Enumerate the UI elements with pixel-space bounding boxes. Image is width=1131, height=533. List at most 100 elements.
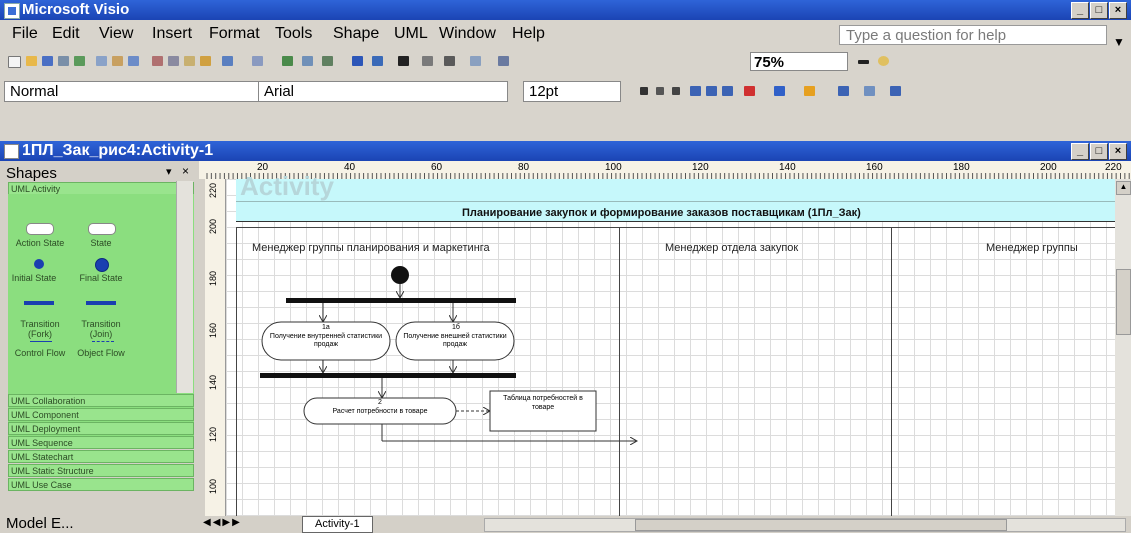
horizontal-ruler: 20 40 60 80 100 120 140 160 180 200 220 xyxy=(199,161,1131,180)
join-icon[interactable] xyxy=(86,301,116,305)
sheet-tab-activity-1[interactable]: Activity-1 xyxy=(302,516,373,533)
align-center-icon[interactable] xyxy=(706,86,717,96)
line-ends-icon[interactable] xyxy=(890,86,901,96)
print-icon[interactable] xyxy=(58,56,69,66)
doc-minimize-button[interactable]: _ xyxy=(1071,143,1089,160)
line-pattern-icon[interactable] xyxy=(864,86,875,96)
stencil-uml-statechart[interactable]: UML Statechart xyxy=(8,450,194,463)
copy-icon[interactable] xyxy=(168,56,179,66)
shape-label-join: Transition (Join) xyxy=(81,319,121,339)
hyperlink-icon[interactable] xyxy=(282,56,293,66)
menu-view[interactable]: View xyxy=(99,20,133,48)
style-select[interactable]: Normal▼ xyxy=(4,81,277,102)
stencil-scrollbar[interactable] xyxy=(176,181,193,393)
scroll-thumb[interactable] xyxy=(1116,269,1131,335)
menu-edit[interactable]: Edit xyxy=(52,20,80,48)
text-tool-icon[interactable] xyxy=(398,56,409,66)
stencil-uml-collaboration[interactable]: UML Collaboration xyxy=(8,394,194,407)
menu-help[interactable]: Help xyxy=(512,20,545,48)
menu-tools[interactable]: Tools xyxy=(275,20,312,48)
fork-bar[interactable] xyxy=(286,298,516,303)
fork-icon[interactable] xyxy=(24,301,54,305)
model-explorer-bar[interactable]: Model E... xyxy=(0,515,199,533)
activity-1a-number: 1а xyxy=(322,324,330,331)
vertical-scrollbar[interactable]: ▲ xyxy=(1115,179,1131,520)
fill-color-icon[interactable] xyxy=(804,86,815,96)
line-weight-icon[interactable] xyxy=(838,86,849,96)
maximize-button[interactable]: □ xyxy=(1090,2,1108,19)
panel-close-icon[interactable]: × xyxy=(182,164,189,178)
help-icon[interactable] xyxy=(878,56,889,66)
publish-icon[interactable] xyxy=(74,56,85,66)
pointer-tool-icon[interactable] xyxy=(352,56,363,66)
minimize-button[interactable]: _ xyxy=(1071,2,1089,19)
stencil-uml-component[interactable]: UML Component xyxy=(8,408,194,421)
action-state-icon[interactable] xyxy=(26,223,54,235)
join-bar[interactable] xyxy=(260,373,516,378)
zoom-out-icon[interactable] xyxy=(498,56,509,66)
connector-tool-icon[interactable] xyxy=(372,56,383,66)
redo-icon[interactable] xyxy=(252,56,263,66)
save-icon[interactable] xyxy=(42,56,53,66)
rotate-icon[interactable] xyxy=(470,56,481,66)
doc-maximize-button[interactable]: □ xyxy=(1090,143,1108,160)
zoom-select[interactable]: 75% xyxy=(750,52,848,71)
initial-node[interactable] xyxy=(391,266,409,284)
menu-insert[interactable]: Insert xyxy=(152,20,192,48)
h-scroll-thumb[interactable] xyxy=(635,519,1007,531)
font-select[interactable]: Arial xyxy=(258,81,508,102)
formatting-toolbar: Normal▼ Arial 12pt xyxy=(0,75,1131,106)
activity-diagram xyxy=(260,266,1131,520)
align-right-icon[interactable] xyxy=(722,86,733,96)
stencil-uml-static-structure[interactable]: UML Static Structure xyxy=(8,464,194,477)
underline-icon[interactable] xyxy=(672,87,680,95)
drawing-canvas[interactable]: Activity Планирование закупок и формиров… xyxy=(226,171,1131,520)
horizontal-scrollbar[interactable] xyxy=(484,518,1126,532)
help-search-input[interactable]: Type a question for help xyxy=(839,25,1107,45)
splitter[interactable] xyxy=(199,179,205,520)
print-preview-icon[interactable] xyxy=(96,56,107,66)
spelling-icon[interactable] xyxy=(112,56,123,66)
research-icon[interactable] xyxy=(128,56,139,66)
stencil-uml-use-case[interactable]: UML Use Case xyxy=(8,478,194,491)
stencil-uml-deployment[interactable]: UML Deployment xyxy=(8,422,194,435)
zoom-dropdown-icon[interactable] xyxy=(858,60,869,64)
rectangle-tool-icon[interactable] xyxy=(422,56,433,66)
state-icon[interactable] xyxy=(88,223,116,235)
open-icon[interactable] xyxy=(26,56,37,66)
menu-format[interactable]: Format xyxy=(209,20,260,48)
menu-uml[interactable]: UML xyxy=(394,20,428,48)
line-tool-icon[interactable] xyxy=(444,56,455,66)
scroll-up-icon[interactable]: ▲ xyxy=(1116,181,1131,195)
new-icon[interactable] xyxy=(8,56,21,68)
cut-icon[interactable] xyxy=(152,56,163,66)
undo-icon[interactable] xyxy=(222,56,233,66)
document-title: 1ПЛ_Зак_рис4:Activity-1 xyxy=(22,142,214,159)
align-left-icon[interactable] xyxy=(690,86,701,96)
menu-shape[interactable]: Shape xyxy=(333,20,379,48)
final-state-icon[interactable] xyxy=(95,258,109,272)
control-flow-icon[interactable] xyxy=(30,341,52,342)
close-button[interactable]: × xyxy=(1109,2,1127,19)
font-color-icon[interactable] xyxy=(744,86,755,96)
line-color-icon[interactable] xyxy=(774,86,785,96)
shapes-window-icon[interactable] xyxy=(302,56,313,66)
menu-file[interactable]: File xyxy=(12,20,38,48)
tab-nav-icons[interactable]: ◀◀▶▶ xyxy=(203,517,242,528)
object-flow-icon[interactable] xyxy=(92,341,114,343)
format-painter-icon[interactable] xyxy=(200,56,211,66)
italic-icon[interactable] xyxy=(656,87,664,95)
doc-close-button[interactable]: × xyxy=(1109,143,1127,160)
paste-icon[interactable] xyxy=(184,56,195,66)
ruler-label: 200 xyxy=(208,219,218,235)
panel-pin-icon[interactable]: ▾ xyxy=(166,165,172,178)
ruler-label: 200 xyxy=(1040,162,1057,173)
menu-window[interactable]: Window xyxy=(439,20,496,48)
ruler-label: 140 xyxy=(779,162,796,173)
stencil-icon[interactable] xyxy=(322,56,333,66)
font-size-select[interactable]: 12pt xyxy=(523,81,621,102)
stencil-uml-sequence[interactable]: UML Sequence xyxy=(8,436,194,449)
initial-state-icon[interactable] xyxy=(34,259,44,269)
activity-1b-number: 1б xyxy=(452,324,460,331)
bold-icon[interactable] xyxy=(640,87,648,95)
